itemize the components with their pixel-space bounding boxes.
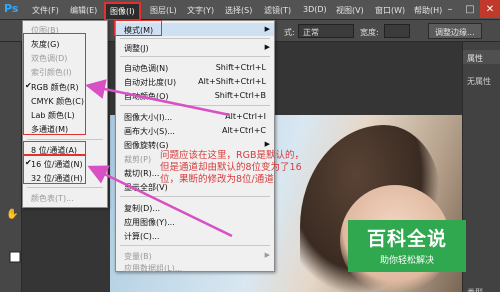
watermark-title: 百科全说 <box>366 228 447 250</box>
arrow-to-rgb <box>85 79 231 117</box>
annotation-note: 问题应该在这里，RGB是默认的，但是通道却由默认的8位变为了16位，果断的修改为… <box>160 150 304 185</box>
watermark-badge: 百科全说 助你轻松解决 <box>348 220 466 272</box>
watermark-subtitle: 助你轻松解决 <box>379 256 434 266</box>
